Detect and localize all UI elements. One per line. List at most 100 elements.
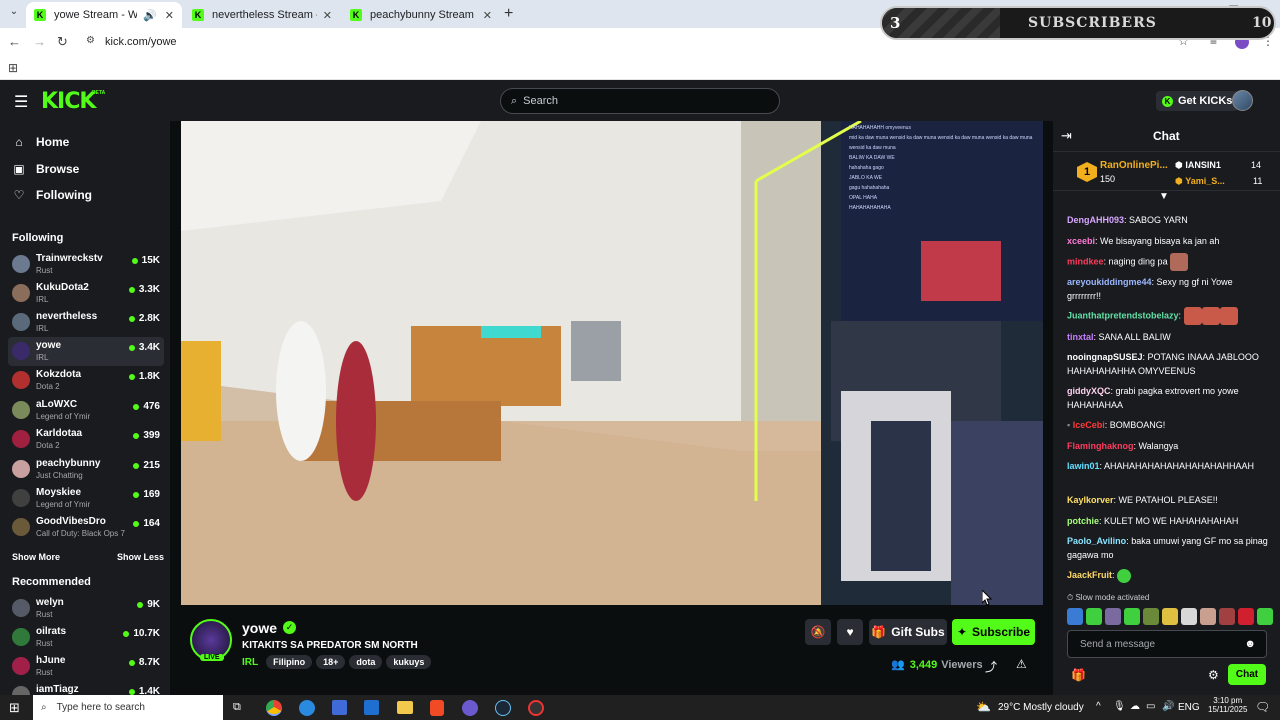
nav-home[interactable]: ⌂ Home: [12, 132, 69, 152]
streamer-name[interactable]: yowe: [242, 620, 277, 636]
emote-icon[interactable]: [1238, 608, 1254, 625]
forward-icon[interactable]: →: [33, 34, 46, 49]
chat-username[interactable]: IceCebi: [1073, 420, 1105, 430]
tag[interactable]: Filipino: [266, 655, 313, 669]
leader-entry[interactable]: ⬢ IANSIN1: [1175, 160, 1221, 171]
chat-message-input[interactable]: Send a message ☻: [1067, 630, 1267, 658]
microphone-icon[interactable]: 🎙: [1113, 701, 1126, 712]
channel-nevertheless[interactable]: nevertheless IRL 2.8K: [8, 308, 164, 337]
outlook-app-icon[interactable]: [364, 700, 379, 715]
chat-username[interactable]: Juanthatpretendstobelazy: [1067, 310, 1179, 320]
store-app-icon[interactable]: [332, 700, 347, 715]
close-tab-icon[interactable]: ✕: [323, 9, 332, 22]
close-tab-icon[interactable]: ✕: [483, 9, 492, 22]
emote-icon[interactable]: [1162, 608, 1178, 625]
nav-browse[interactable]: ▣ Browse: [12, 159, 79, 179]
windows-start-icon[interactable]: ⊞: [9, 700, 20, 716]
subscribe-button[interactable]: ✦ Subscribe: [952, 619, 1035, 645]
channel-peachybunny[interactable]: peachybunny Just Chatting 215: [8, 455, 164, 484]
chat-username[interactable]: giddyXQC: [1067, 386, 1111, 396]
obs-app-icon[interactable]: [528, 700, 544, 716]
back-icon[interactable]: ←: [8, 34, 21, 49]
taskbar-search-input[interactable]: ⌕ Type here to search: [33, 695, 223, 720]
show-more-link[interactable]: Show More: [12, 552, 60, 562]
search-input[interactable]: ⌕ Search: [500, 88, 780, 114]
network-icon[interactable]: ▭: [1146, 701, 1155, 712]
user-avatar[interactable]: [1232, 90, 1253, 111]
channel-karldotaa[interactable]: Karldotaa Dota 2 399: [8, 425, 164, 454]
chat-username[interactable]: Paolo_Avilino: [1067, 536, 1126, 546]
onedrive-icon[interactable]: ☁: [1130, 701, 1140, 712]
chrome-app-icon[interactable]: [266, 700, 282, 716]
get-kicks-button[interactable]: K Get KICKs: [1156, 91, 1239, 111]
emoji-picker-icon[interactable]: ☻: [1244, 638, 1256, 650]
leader-name[interactable]: RanOnlinePi...: [1100, 160, 1168, 171]
task-view-icon[interactable]: ⧉: [233, 701, 241, 714]
volume-icon[interactable]: 🔊: [1162, 701, 1174, 712]
emote-icon[interactable]: [1067, 608, 1083, 625]
gift-subs-button[interactable]: 🎁 Gift Subs: [869, 619, 947, 645]
channel-welyn[interactable]: welyn Rust 9K: [8, 594, 164, 623]
clock[interactable]: 3:10 pm 15/11/2025: [1208, 696, 1247, 714]
close-tab-icon[interactable]: ✕: [165, 9, 174, 22]
channel-oilrats[interactable]: oilrats Rust 10.7K: [8, 623, 164, 652]
show-less-link[interactable]: Show Less: [117, 552, 164, 562]
channel-hjune[interactable]: hJune Rust 8.7K: [8, 652, 164, 681]
expand-pinned-icon[interactable]: ▼: [1159, 191, 1169, 202]
chat-username[interactable]: mindkee: [1067, 256, 1104, 266]
reload-icon[interactable]: ↻: [57, 34, 68, 50]
share-icon[interactable]: ⤴: [985, 658, 997, 675]
site-info-icon[interactable]: ⚙: [86, 35, 95, 46]
chat-username[interactable]: potchie: [1067, 516, 1099, 526]
chat-username[interactable]: xceebi: [1067, 236, 1095, 246]
gift-icon[interactable]: 🎁: [1071, 668, 1086, 682]
channel-alowxc[interactable]: aLoWXC Legend of Ymir 476: [8, 396, 164, 425]
channel-goodvibesdro[interactable]: GoodVibesDro Call of Duty: Black Ops 7 1…: [8, 513, 164, 542]
apps-grid-icon[interactable]: ⊞: [8, 61, 18, 75]
category-link[interactable]: IRL: [242, 657, 258, 668]
tab-peachybunny[interactable]: K peachybunny Stream - Watch Li ✕: [342, 2, 500, 28]
tab-yowe[interactable]: K yowe Stream - Watch Live o 🔊 ✕: [26, 2, 182, 28]
kick-logo[interactable]: KICK: [41, 89, 96, 114]
chat-username[interactable]: nooingnapSUSEJ: [1067, 352, 1143, 362]
emote-icon[interactable]: [1124, 608, 1140, 625]
emote-icon[interactable]: [1086, 608, 1102, 625]
channel-iamtiagz[interactable]: iamTiagz 1.4K: [8, 681, 164, 695]
brave-app-icon[interactable]: [430, 700, 444, 716]
channel-trainwreckstv[interactable]: Trainwreckstv Rust 15K: [8, 250, 164, 279]
follow-button[interactable]: ♥: [837, 619, 863, 645]
edge-app-icon[interactable]: [299, 700, 315, 716]
video-player[interactable]: HAHAHAHAHH omyveenus mid ka daw muna wen…: [181, 121, 1043, 605]
channel-kukudota2[interactable]: KukuDota2 IRL 3.3K: [8, 279, 164, 308]
emote-icon[interactable]: [1143, 608, 1159, 625]
mute-notifications-button[interactable]: 🔕: [805, 619, 831, 645]
tab-list-icon[interactable]: ⌄: [6, 6, 22, 22]
emote-icon[interactable]: [1181, 608, 1197, 625]
discord-app-icon[interactable]: [462, 700, 478, 716]
emote-icon[interactable]: [1200, 608, 1216, 625]
collapse-chat-icon[interactable]: ⇥: [1061, 128, 1072, 144]
file-explorer-icon[interactable]: [397, 701, 413, 714]
steam-app-icon[interactable]: [495, 700, 511, 716]
weather-text[interactable]: 29°C Mostly cloudy: [998, 702, 1084, 713]
new-tab-icon[interactable]: +: [504, 5, 513, 23]
notifications-icon[interactable]: 🗨: [1255, 700, 1270, 714]
emote-icon[interactable]: [1219, 608, 1235, 625]
channel-yowe[interactable]: yowe IRL 3.4K: [8, 337, 164, 366]
chat-username[interactable]: JaackFruit: [1067, 570, 1112, 580]
emote-icon[interactable]: [1105, 608, 1121, 625]
emote-icon[interactable]: [1257, 608, 1273, 625]
report-icon[interactable]: ⚠: [1016, 657, 1027, 671]
channel-moyskiee[interactable]: Moyskiee Legend of Ymir 169: [8, 484, 164, 513]
chat-username[interactable]: Kaylkorver: [1067, 495, 1114, 505]
chat-username[interactable]: areyoukiddingme44: [1067, 277, 1152, 287]
chat-username[interactable]: DengAHH093: [1067, 215, 1124, 225]
send-chat-button[interactable]: Chat: [1228, 664, 1266, 685]
tab-nevertheless[interactable]: K nevertheless Stream - Watch Li ✕: [184, 2, 340, 28]
speaker-icon[interactable]: 🔊: [143, 9, 157, 22]
chat-username[interactable]: lawin01: [1067, 461, 1100, 471]
tray-chevron-icon[interactable]: ^: [1096, 701, 1101, 712]
hamburger-menu-icon[interactable]: ☰: [14, 92, 28, 112]
tag[interactable]: dota: [349, 655, 383, 669]
url-text[interactable]: kick.com/yowe: [105, 36, 177, 48]
